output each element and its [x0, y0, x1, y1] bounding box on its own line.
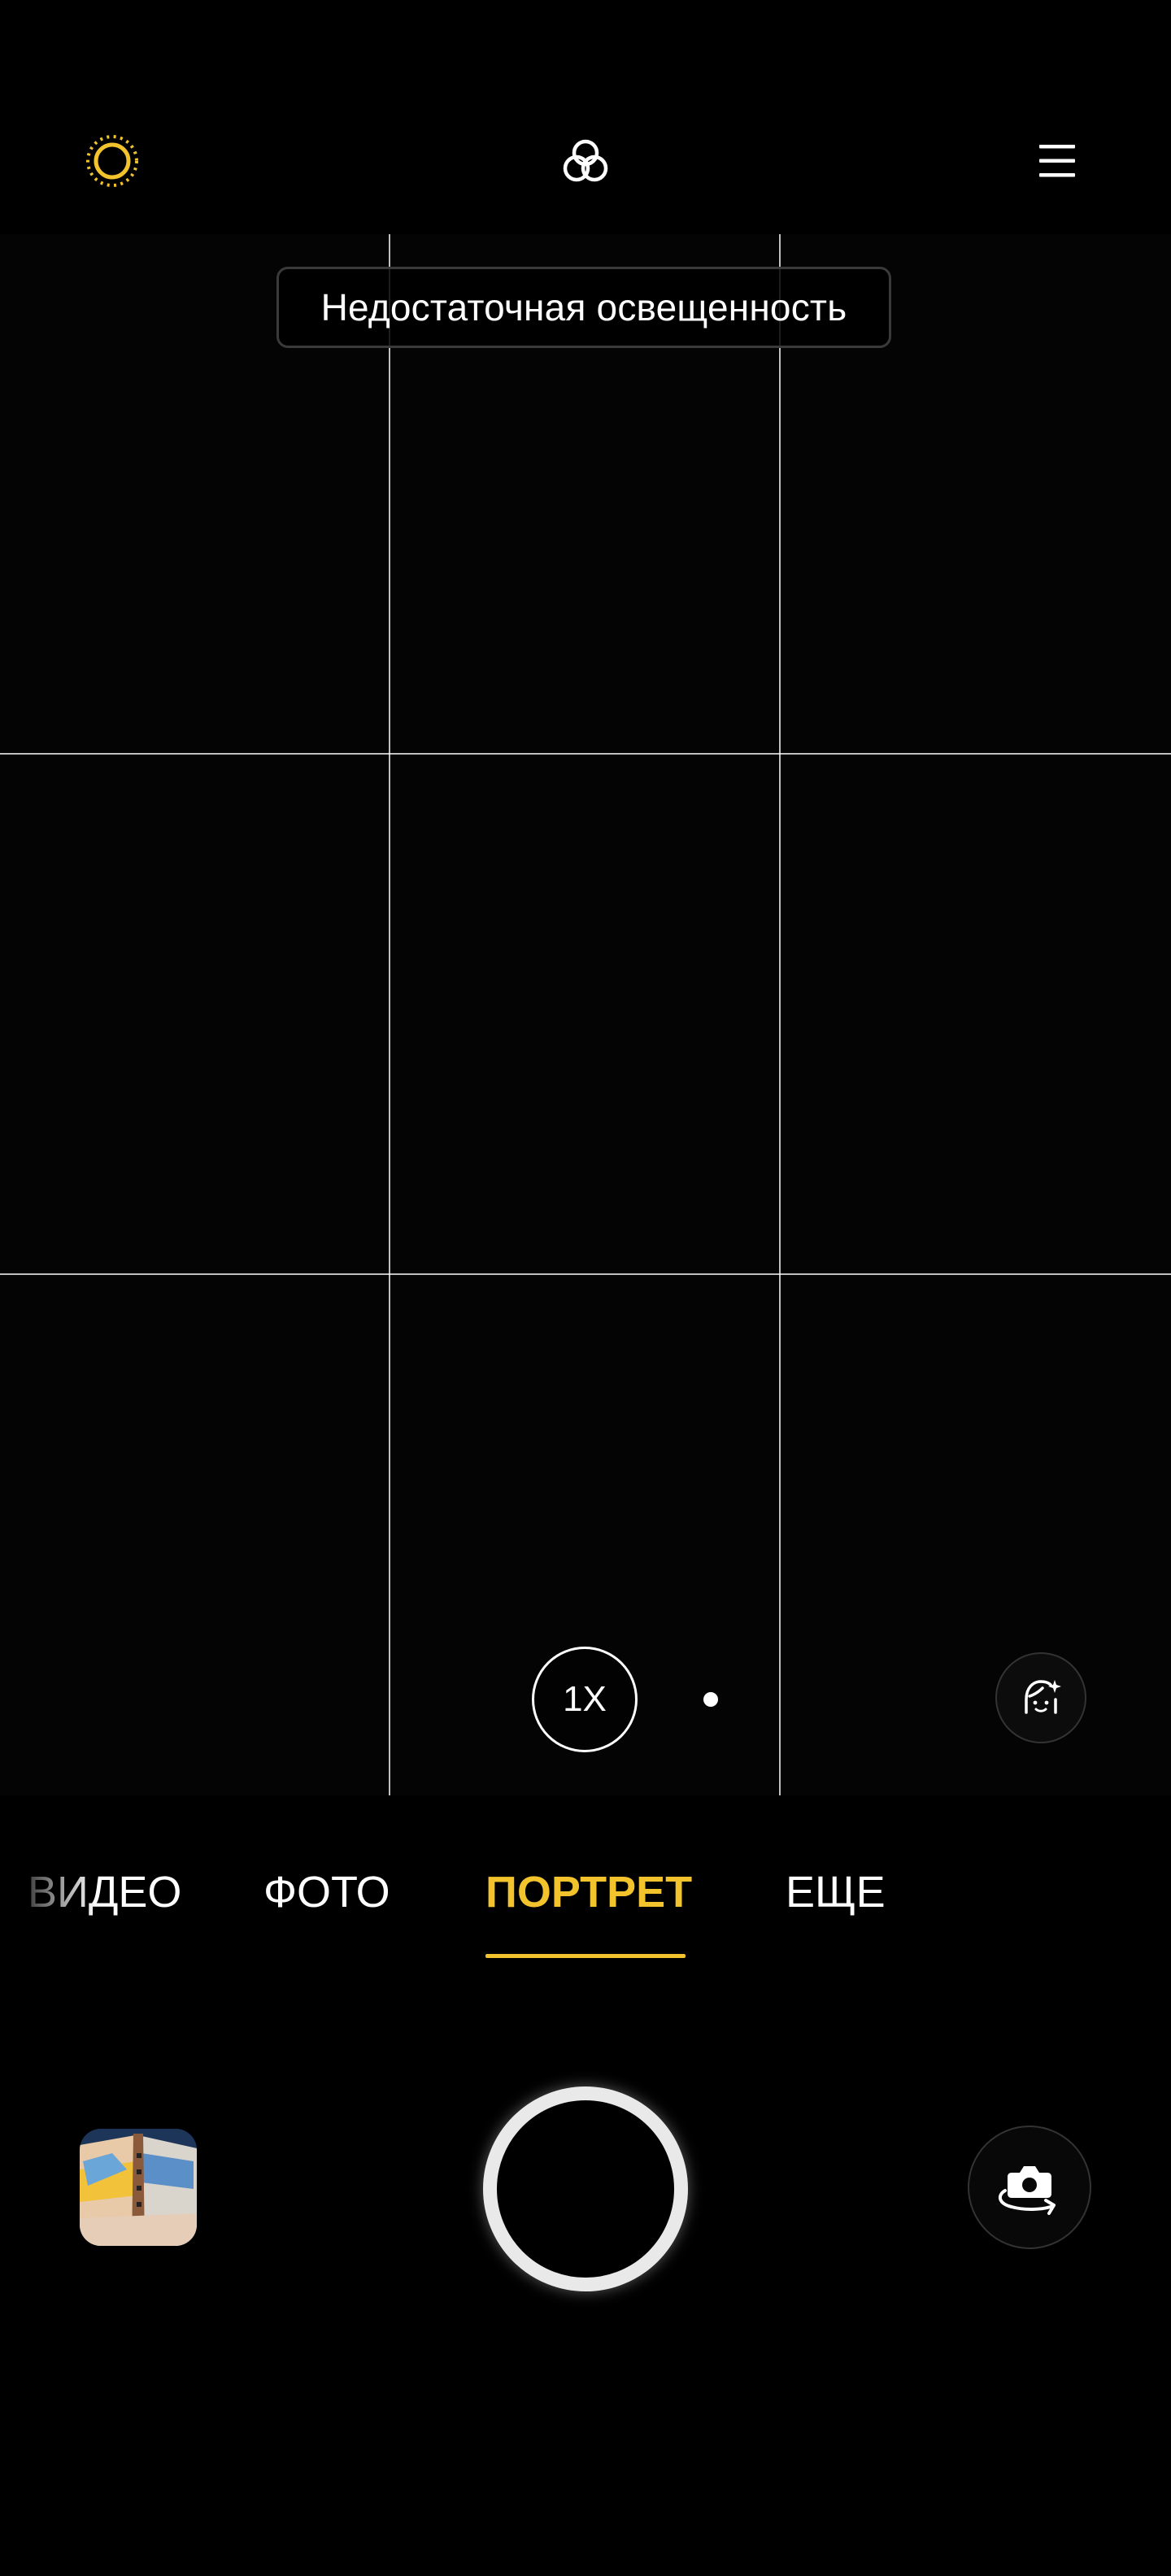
face-beauty-icon [1025, 1680, 1061, 1714]
gallery-thumbnail[interactable] [80, 2129, 197, 2246]
switch-camera-button[interactable] [968, 2126, 1091, 2249]
grid-line-horizontal-2 [0, 1273, 1171, 1275]
grid-line-vertical-2 [779, 234, 781, 1795]
filter-icon[interactable] [553, 128, 618, 194]
mode-portrait[interactable]: ПОРТРЕТ [485, 1864, 692, 1921]
mode-photo[interactable]: ФОТО [263, 1864, 390, 1921]
beauty-button[interactable] [995, 1652, 1086, 1743]
grid-line-vertical-1 [389, 234, 390, 1795]
menu-icon[interactable] [1025, 128, 1090, 194]
selected-mode-indicator [485, 1954, 686, 1958]
light-sun-icon[interactable] [80, 128, 145, 194]
low-light-notice: Недостаточная освещенность [276, 267, 891, 348]
zoom-button[interactable]: 1X [532, 1647, 638, 1752]
camera-switch-icon [998, 2166, 1056, 2215]
grid-line-horizontal-1 [0, 753, 1171, 755]
camera-viewfinder[interactable] [0, 234, 1171, 1795]
zoom-level-dot[interactable] [703, 1692, 718, 1707]
shutter-button[interactable] [483, 2086, 688, 2291]
mode-more[interactable]: ЕЩЕ [786, 1864, 886, 1921]
mode-video[interactable]: ВИДЕО [28, 1864, 181, 1921]
